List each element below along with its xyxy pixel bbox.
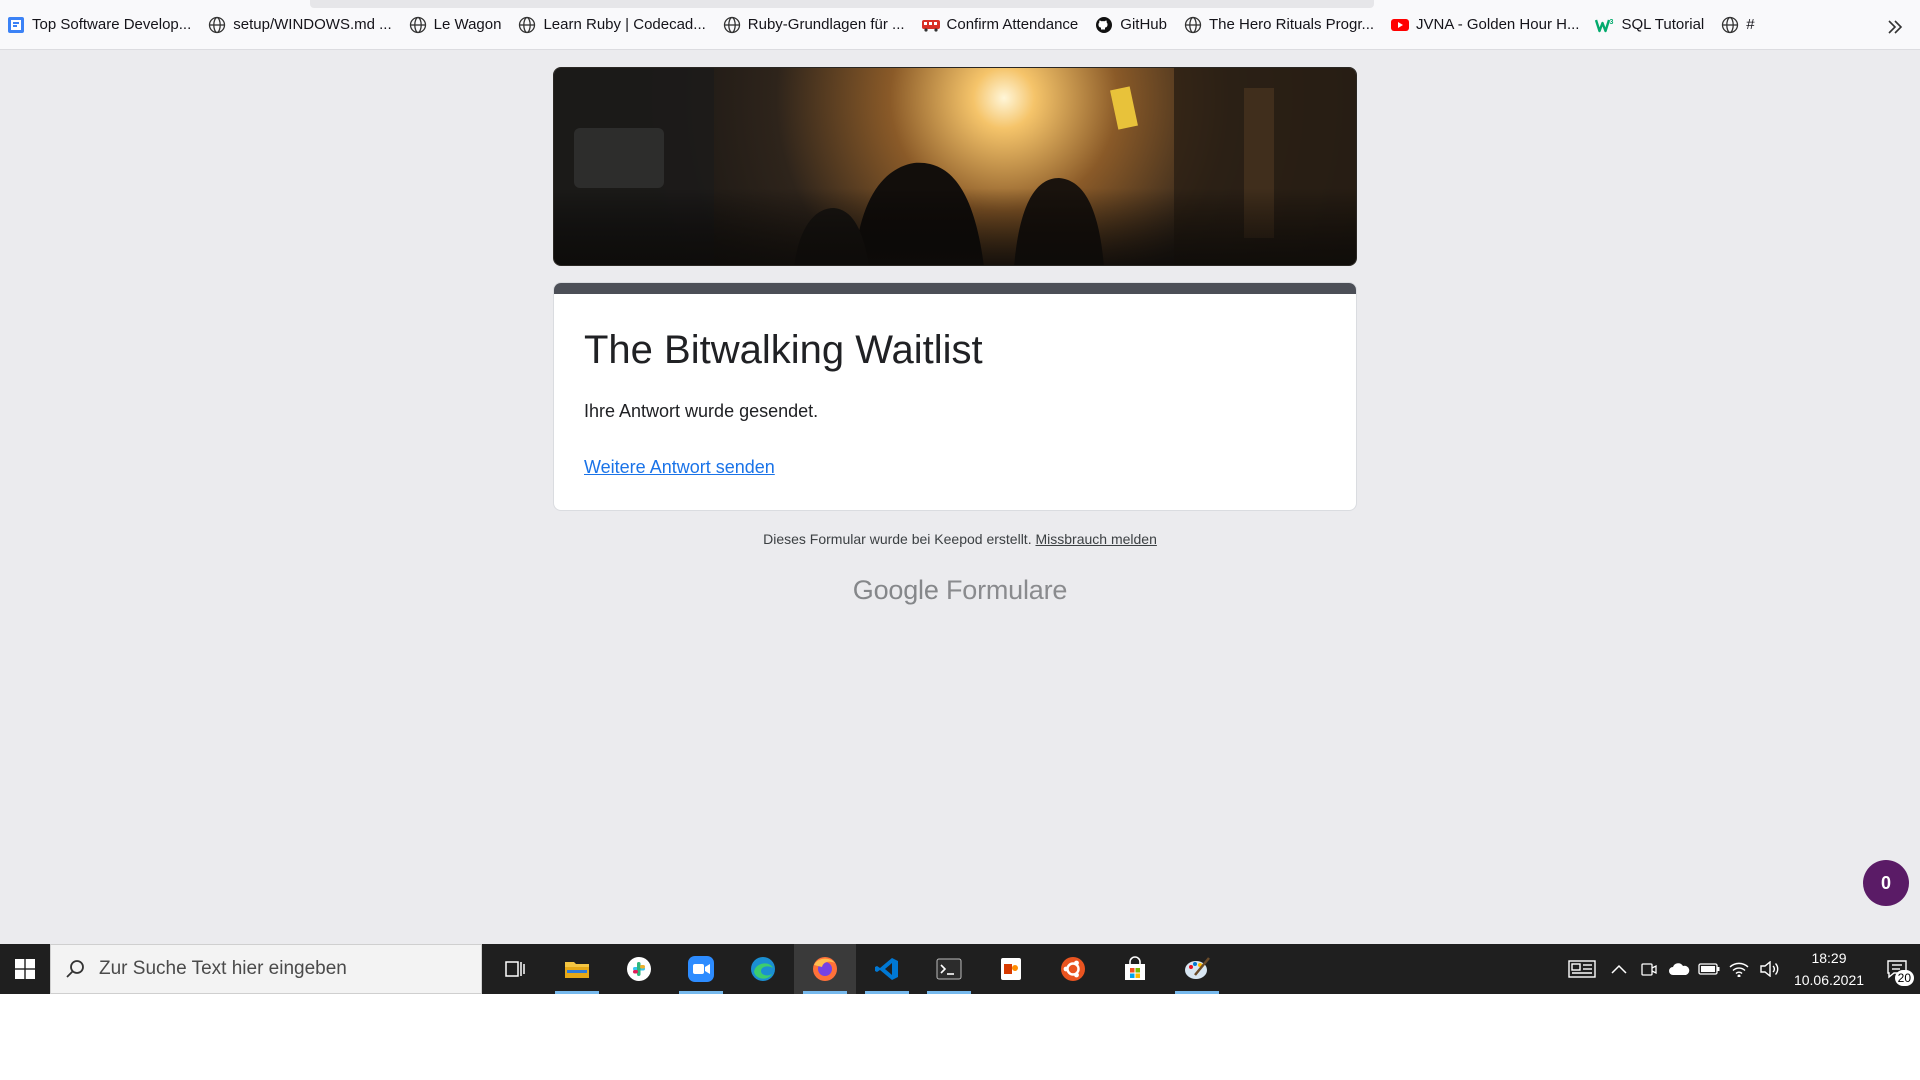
- task-view-icon[interactable]: [484, 944, 546, 994]
- page-viewport: The Bitwalking Waitlist Ihre Antwort wur…: [0, 50, 1920, 944]
- clock-date: 10.06.2021: [1793, 972, 1865, 988]
- svg-text:3: 3: [1610, 19, 1614, 26]
- wifi-icon[interactable]: [1724, 944, 1754, 994]
- news-widget-icon[interactable]: [1560, 944, 1604, 994]
- search-icon: [65, 959, 85, 979]
- form-confirmation-card: The Bitwalking Waitlist Ihre Antwort wur…: [553, 282, 1357, 511]
- windows-taskbar: Zur Suche Text hier eingeben 18:29 10.06…: [0, 944, 1920, 994]
- file-explorer-icon[interactable]: [546, 944, 608, 994]
- taskbar-apps: [484, 944, 1228, 994]
- form-header-image: [553, 67, 1357, 266]
- action-center-button[interactable]: 20: [1874, 944, 1920, 994]
- form-title: The Bitwalking Waitlist: [584, 328, 983, 372]
- blank-area: [0, 994, 1920, 1080]
- bookmark-label: Le Wagon: [433, 16, 502, 33]
- footer-note-text: Dieses Formular wurde bei Keepod erstell…: [763, 531, 1032, 547]
- google-forms-logo[interactable]: Google Formulare: [0, 575, 1920, 606]
- bookmark-label: JVNA - Golden Hour H...: [1416, 16, 1580, 33]
- bookmark-learn-ruby[interactable]: Learn Ruby | Codecad...: [515, 10, 713, 40]
- globe-icon: [1183, 15, 1203, 35]
- bus-icon: [921, 15, 941, 35]
- store-icon[interactable]: [1104, 944, 1166, 994]
- bookmarks-bar: Top Software Develop... setup/WINDOWS.md…: [0, 0, 1920, 50]
- system-tray: 18:29 10.06.2021 20: [1560, 944, 1920, 994]
- bookmark-github[interactable]: GitHub: [1092, 10, 1175, 40]
- bookmark-label: Learn Ruby | Codecad...: [543, 16, 706, 33]
- form-footer: Dieses Formular wurde bei Keepod erstell…: [0, 531, 1920, 547]
- w3schools-icon: 3: [1595, 15, 1615, 35]
- volume-icon[interactable]: [1754, 944, 1784, 994]
- battery-icon[interactable]: [1694, 944, 1724, 994]
- taskbar-clock[interactable]: 18:29 10.06.2021: [1784, 947, 1874, 991]
- edge-icon[interactable]: [732, 944, 794, 994]
- bookmark-label: Confirm Attendance: [946, 16, 1079, 33]
- tab-strip-edge: [310, 0, 1374, 8]
- brand-google: Google: [852, 575, 939, 605]
- confirmation-message: Ihre Antwort wurde gesendet.: [584, 401, 819, 421]
- slack-icon[interactable]: [608, 944, 670, 994]
- github-icon: [1094, 15, 1114, 35]
- clock-time: 18:29: [1811, 950, 1847, 966]
- chevron-up-icon[interactable]: [1604, 944, 1634, 994]
- bookmark-hash[interactable]: #: [1718, 10, 1762, 40]
- bookmark-setup-windows[interactable]: setup/WINDOWS.md ...: [205, 10, 399, 40]
- bookmark-le-wagon[interactable]: Le Wagon: [406, 10, 510, 40]
- zoom-icon[interactable]: [670, 944, 732, 994]
- onedrive-icon[interactable]: [1664, 944, 1694, 994]
- globe-icon: [408, 15, 428, 35]
- globe-icon: [722, 15, 742, 35]
- brand-product: Formulare: [945, 575, 1068, 605]
- terminal-icon[interactable]: [918, 944, 980, 994]
- windows-start-button[interactable]: [0, 944, 50, 994]
- paint-icon[interactable]: [1166, 944, 1228, 994]
- document-blue-icon: [6, 15, 26, 35]
- report-abuse-link[interactable]: Missbrauch melden: [1035, 531, 1156, 547]
- card-accent-bar: [554, 283, 1356, 294]
- windows-logo-icon: [15, 959, 35, 979]
- globe-icon: [1720, 15, 1740, 35]
- bookmark-confirm-attendance[interactable]: Confirm Attendance: [919, 10, 1087, 40]
- bookmark-label: The Hero Rituals Progr...: [1208, 16, 1375, 33]
- floating-counter-button[interactable]: 0: [1863, 860, 1909, 906]
- bookmark-label: SQL Tutorial: [1621, 16, 1705, 33]
- vscode-icon[interactable]: [856, 944, 918, 994]
- bookmark-label: #: [1746, 16, 1755, 33]
- youtube-icon: [1390, 15, 1410, 35]
- submit-another-response-link[interactable]: Weitere Antwort senden: [584, 457, 775, 478]
- bookmark-sql-tutorial[interactable]: 3 SQL Tutorial: [1593, 10, 1712, 40]
- bookmark-label: GitHub: [1120, 16, 1167, 33]
- office-icon[interactable]: [980, 944, 1042, 994]
- bookmark-label: Ruby-Grundlagen für ...: [747, 16, 905, 33]
- globe-icon: [517, 15, 537, 35]
- bookmark-jvna[interactable]: JVNA - Golden Hour H...: [1388, 10, 1587, 40]
- bookmark-label: setup/WINDOWS.md ...: [233, 16, 392, 33]
- chevron-double-right-icon[interactable]: [1884, 16, 1906, 38]
- search-placeholder: Zur Suche Text hier eingeben: [99, 958, 347, 979]
- bookmark-top-software[interactable]: Top Software Develop...: [4, 10, 199, 40]
- bookmark-ruby-grundlagen[interactable]: Ruby-Grundlagen für ...: [720, 10, 913, 40]
- meet-now-icon[interactable]: [1634, 944, 1664, 994]
- notification-count-badge: 20: [1894, 970, 1914, 986]
- bookmark-hero-rituals[interactable]: The Hero Rituals Progr...: [1181, 10, 1382, 40]
- globe-icon: [207, 15, 227, 35]
- firefox-icon[interactable]: [794, 944, 856, 994]
- ubuntu-icon[interactable]: [1042, 944, 1104, 994]
- taskbar-search-box[interactable]: Zur Suche Text hier eingeben: [50, 944, 482, 994]
- bookmark-label: Top Software Develop...: [32, 16, 192, 33]
